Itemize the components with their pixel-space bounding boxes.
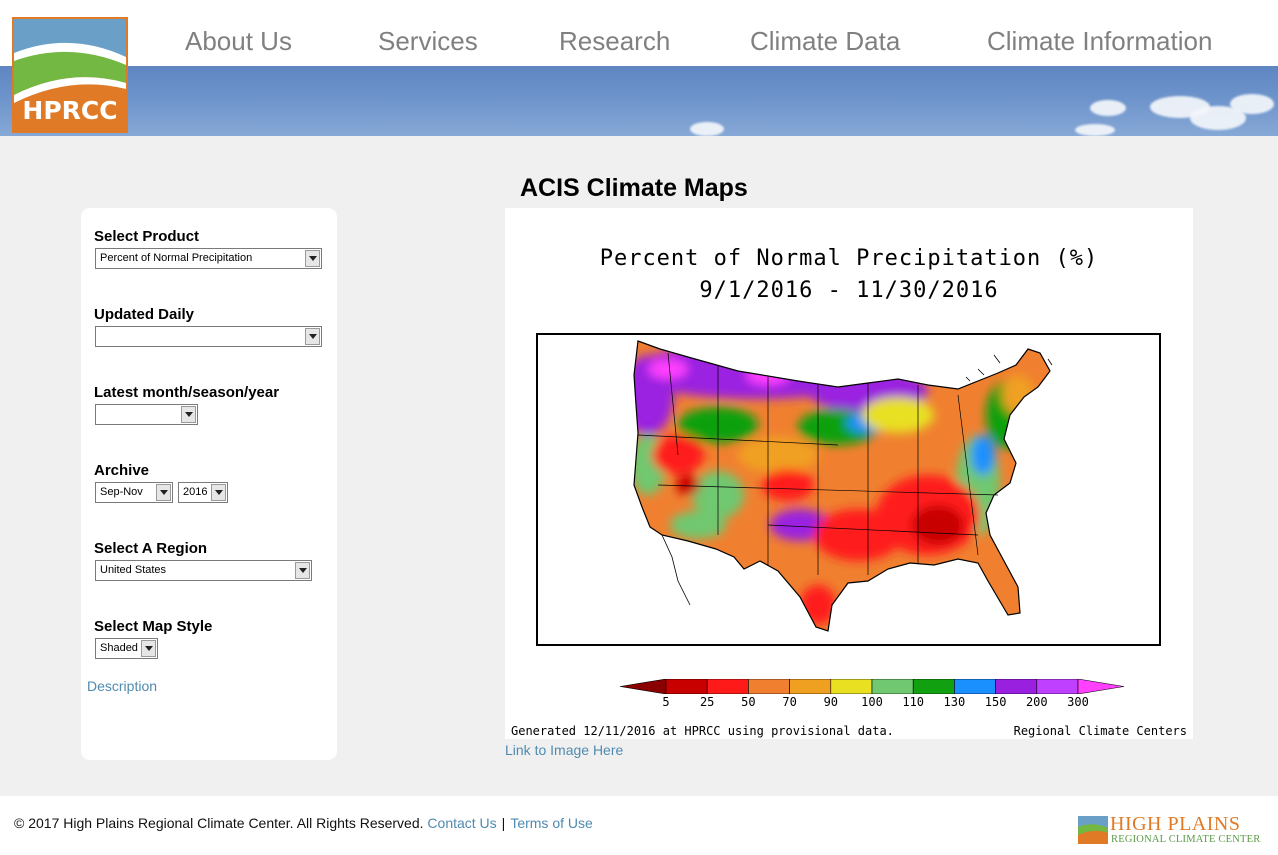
map-date-range: 9/1/2016 - 11/30/2016 <box>699 278 999 303</box>
terms-of-use-link[interactable]: Terms of Use <box>510 815 592 831</box>
nav-about-us[interactable]: About Us <box>185 26 292 57</box>
chevron-down-icon <box>141 640 156 657</box>
legend-swatch <box>995 679 1038 694</box>
link-to-image[interactable]: Link to Image Here <box>505 742 623 758</box>
legend-tick-label: 130 <box>943 695 966 709</box>
sky-banner <box>0 66 1278 136</box>
nav-climate-data[interactable]: Climate Data <box>750 26 900 57</box>
footer-text: © 2017 High Plains Regional Climate Cent… <box>14 815 593 831</box>
logo-text: HPRCC <box>22 96 118 125</box>
footer-logo-subtitle: REGIONAL CLIMATE CENTER <box>1111 834 1261 845</box>
hprcc-logo[interactable]: HPRCC <box>12 17 128 133</box>
legend-tick-label: 150 <box>984 695 1007 709</box>
legend-tick-label: 300 <box>1067 695 1089 709</box>
archive-season-value: Sep-Nov <box>100 486 143 498</box>
legend-tick-label: 110 <box>902 695 925 709</box>
legend-swatch <box>748 679 790 694</box>
nav-climate-information[interactable]: Climate Information <box>987 26 1212 57</box>
description-link[interactable]: Description <box>87 678 157 694</box>
legend-tick-label: 90 <box>823 695 839 709</box>
legend-swatch-min <box>620 679 667 694</box>
legend-tick-label: 70 <box>782 695 797 709</box>
site-header: HPRCC About Us Services Research Climate… <box>0 0 1278 136</box>
latest-period-label: Latest month/season/year <box>94 384 280 401</box>
archive-year-select[interactable]: 2016 <box>178 482 228 503</box>
map-generated-note: Generated 12/11/2016 at HPRCC using prov… <box>511 724 894 738</box>
legend-swatch <box>665 679 708 694</box>
latest-period-select[interactable] <box>95 404 198 425</box>
legend-tick-label: 50 <box>741 695 756 709</box>
archive-label: Archive <box>94 462 150 479</box>
chevron-down-icon <box>295 562 310 579</box>
legend-tick-label: 5 <box>662 695 670 709</box>
legend-swatch <box>954 679 996 694</box>
select-map-style-label: Select Map Style <box>94 618 213 635</box>
product-select[interactable]: Percent of Normal Precipitation <box>95 248 322 269</box>
legend-swatch <box>912 679 955 694</box>
map-title: Percent of Normal Precipitation (%) <box>599 246 1099 271</box>
nav-research[interactable]: Research <box>559 26 670 57</box>
legend-swatch-max <box>1077 679 1124 694</box>
high-plains-logo[interactable]: HIGH PLAINS REGIONAL CLIMATE CENTER <box>1078 813 1261 846</box>
chevron-down-icon <box>305 328 320 345</box>
legend-tick-label: 100 <box>861 695 883 709</box>
product-select-value: Percent of Normal Precipitation <box>100 252 253 264</box>
updated-daily-select[interactable] <box>95 326 322 347</box>
contact-us-link[interactable]: Contact Us <box>427 815 496 831</box>
page-title: ACIS Climate Maps <box>520 174 748 202</box>
legend-tick-label: 25 <box>699 695 715 709</box>
select-region-label: Select A Region <box>94 540 208 557</box>
site-footer: © 2017 High Plains Regional Climate Cent… <box>0 796 1278 855</box>
archive-season-select[interactable]: Sep-Nov <box>95 482 173 503</box>
map-credit: Regional Climate Centers <box>1013 724 1187 738</box>
color-legend <box>620 679 1124 694</box>
legend-tick-label: 200 <box>1025 695 1048 709</box>
region-select-value: United States <box>100 564 167 576</box>
legend-labels: 5 25 50 70 90 100 110 130 150 200 300 <box>505 695 1193 711</box>
hprcc-mark-icon <box>1078 816 1108 844</box>
legend-swatch <box>830 679 873 694</box>
chevron-down-icon <box>211 484 226 501</box>
region-select[interactable]: United States <box>95 560 312 581</box>
legend-swatch <box>706 679 749 694</box>
us-precipitation-map <box>536 333 1161 646</box>
map-style-value: Shaded <box>100 642 138 654</box>
legend-swatch <box>871 679 914 694</box>
select-product-label: Select Product <box>94 228 200 245</box>
chevron-down-icon <box>181 406 196 423</box>
copyright-text: © 2017 High Plains Regional Climate Cent… <box>14 815 424 831</box>
nav-services[interactable]: Services <box>378 26 478 57</box>
footer-logo-title: HIGH PLAINS <box>1110 813 1241 835</box>
archive-year-value: 2016 <box>183 486 208 498</box>
chevron-down-icon <box>156 484 171 501</box>
map-style-select[interactable]: Shaded <box>95 638 158 659</box>
chevron-down-icon <box>305 250 320 267</box>
footer-separator: | <box>501 815 506 831</box>
legend-swatch <box>1036 679 1079 694</box>
updated-daily-label: Updated Daily <box>94 306 195 323</box>
legend-swatch <box>789 679 832 694</box>
climate-map-image: Percent of Normal Precipitation (%) 9/1/… <box>505 208 1193 739</box>
